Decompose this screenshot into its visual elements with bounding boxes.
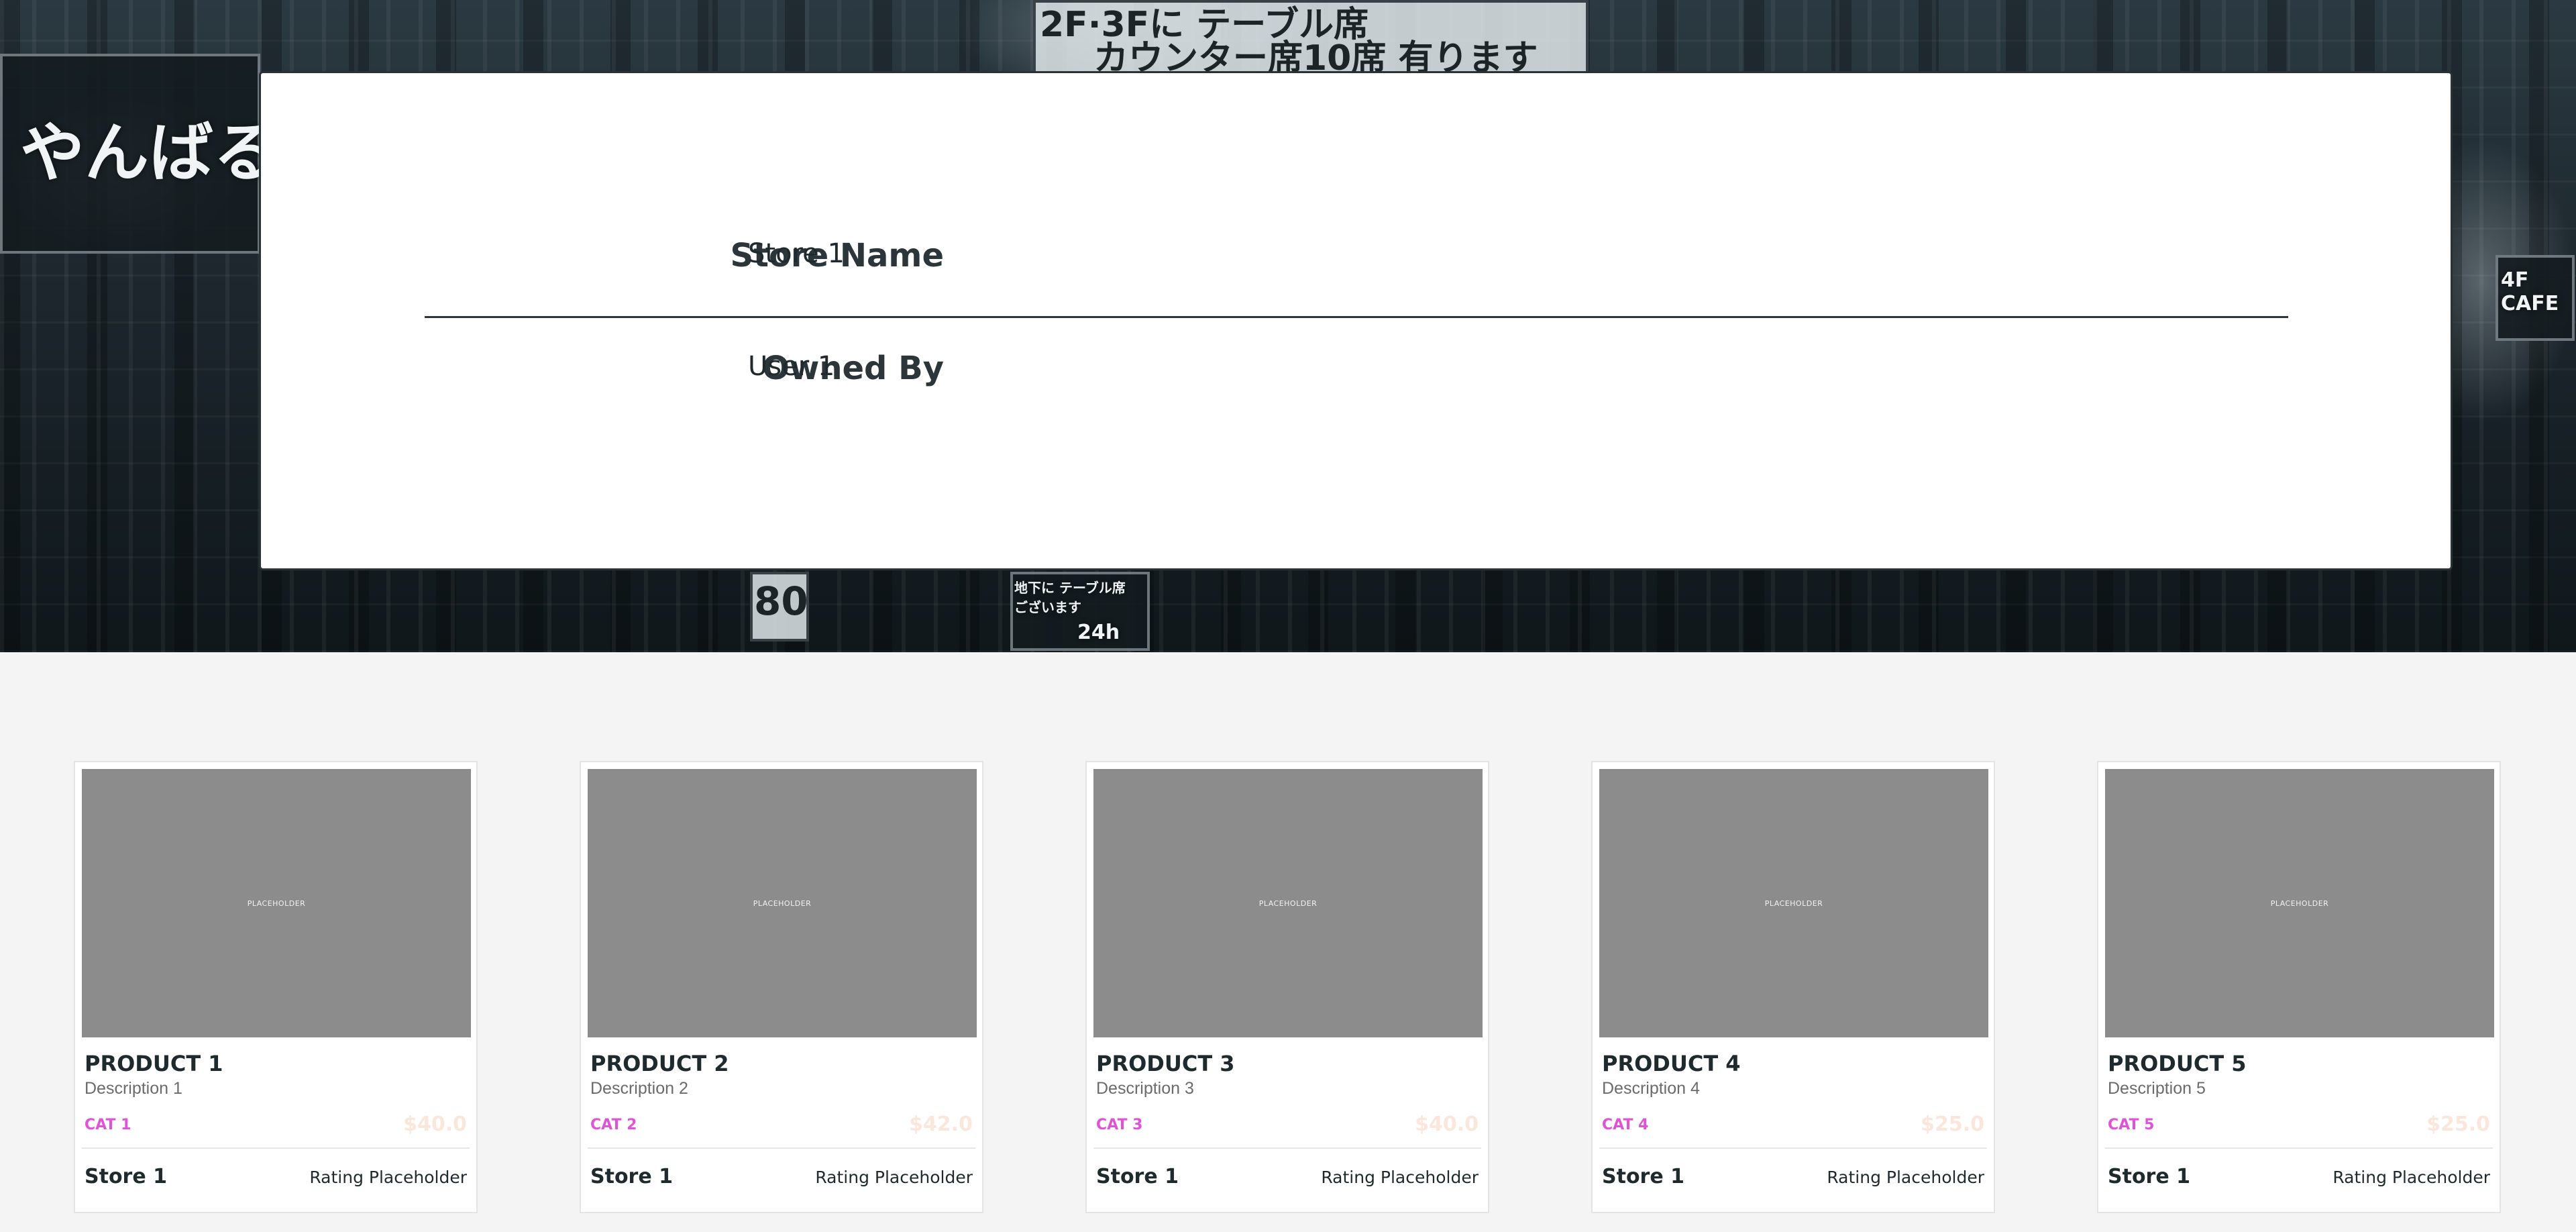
- product-image[interactable]: PLACEHOLDER: [2105, 769, 2494, 1037]
- product-card[interactable]: PLACEHOLDER PRODUCT 2 Description 2 CAT …: [580, 761, 983, 1213]
- card-divider: [2105, 1147, 2493, 1149]
- card-divider: [82, 1147, 470, 1149]
- product-price: $42.0: [909, 1113, 973, 1136]
- product-rating: Rating Placeholder: [1321, 1168, 1479, 1187]
- cafe-sign-text: 4F CAFE: [2501, 268, 2559, 315]
- lower-sign-text: 地下に テーブル席 ございます: [1014, 580, 1126, 615]
- info-divider: [425, 316, 2288, 318]
- product-description: Description 1: [85, 1079, 182, 1098]
- product-image[interactable]: PLACEHOLDER: [1599, 769, 1988, 1037]
- image-placeholder-text: PLACEHOLDER: [753, 899, 812, 908]
- storefront-sign-text: やんばる: [20, 115, 278, 191]
- product-title[interactable]: PRODUCT 1: [85, 1051, 223, 1076]
- product-price: $40.0: [403, 1113, 467, 1136]
- product-description: Description 5: [2108, 1079, 2206, 1098]
- product-title[interactable]: PRODUCT 4: [1602, 1051, 1741, 1076]
- product-category: CAT 4: [1602, 1117, 1649, 1133]
- product-description: Description 2: [590, 1079, 688, 1098]
- product-title[interactable]: PRODUCT 2: [590, 1051, 729, 1076]
- product-rating: Rating Placeholder: [1827, 1168, 1984, 1187]
- product-rating: Rating Placeholder: [2332, 1168, 2490, 1187]
- product-title[interactable]: PRODUCT 5: [2108, 1051, 2247, 1076]
- product-price: $25.0: [1921, 1113, 1984, 1136]
- product-store[interactable]: Store 1: [2108, 1165, 2190, 1188]
- lower-sign-hours: 24h: [1077, 621, 1120, 644]
- image-placeholder-text: PLACEHOLDER: [247, 899, 306, 908]
- store-name-value: Store 1: [748, 238, 845, 269]
- product-image[interactable]: PLACEHOLDER: [1093, 769, 1483, 1037]
- product-price: $25.0: [2426, 1113, 2490, 1136]
- product-description: Description 3: [1096, 1079, 1194, 1098]
- product-card[interactable]: PLACEHOLDER PRODUCT 5 Description 5 CAT …: [2097, 761, 2501, 1213]
- product-rating: Rating Placeholder: [309, 1168, 467, 1187]
- product-category: CAT 3: [1096, 1117, 1143, 1133]
- card-divider: [588, 1147, 975, 1149]
- product-category: CAT 2: [590, 1117, 637, 1133]
- product-card[interactable]: PLACEHOLDER PRODUCT 4 Description 4 CAT …: [1591, 761, 1995, 1213]
- image-placeholder-text: PLACEHOLDER: [1258, 899, 1318, 908]
- product-description: Description 4: [1602, 1079, 1700, 1098]
- product-category: CAT 5: [2108, 1117, 2155, 1133]
- product-card[interactable]: PLACEHOLDER PRODUCT 1 Description 1 CAT …: [74, 761, 478, 1213]
- product-image[interactable]: PLACEHOLDER: [82, 769, 471, 1037]
- owner-value: User 1: [748, 351, 835, 382]
- product-store[interactable]: Store 1: [85, 1165, 167, 1188]
- number-sign-text: 80: [754, 578, 808, 624]
- image-placeholder-text: PLACEHOLDER: [2270, 899, 2329, 908]
- product-title[interactable]: PRODUCT 3: [1096, 1051, 1235, 1076]
- store-info-panel: Store Name Store 1 Owned By User 1: [259, 71, 2453, 570]
- image-placeholder-text: PLACEHOLDER: [1764, 899, 1823, 908]
- product-store[interactable]: Store 1: [1602, 1165, 1684, 1188]
- product-image[interactable]: PLACEHOLDER: [588, 769, 977, 1037]
- product-price: $40.0: [1415, 1113, 1479, 1136]
- product-category: CAT 1: [85, 1117, 131, 1133]
- product-card[interactable]: PLACEHOLDER PRODUCT 3 Description 3 CAT …: [1085, 761, 1489, 1213]
- product-store[interactable]: Store 1: [590, 1165, 673, 1188]
- card-divider: [1093, 1147, 1481, 1149]
- product-rating: Rating Placeholder: [815, 1168, 973, 1187]
- card-divider: [1599, 1147, 1987, 1149]
- product-store[interactable]: Store 1: [1096, 1165, 1179, 1188]
